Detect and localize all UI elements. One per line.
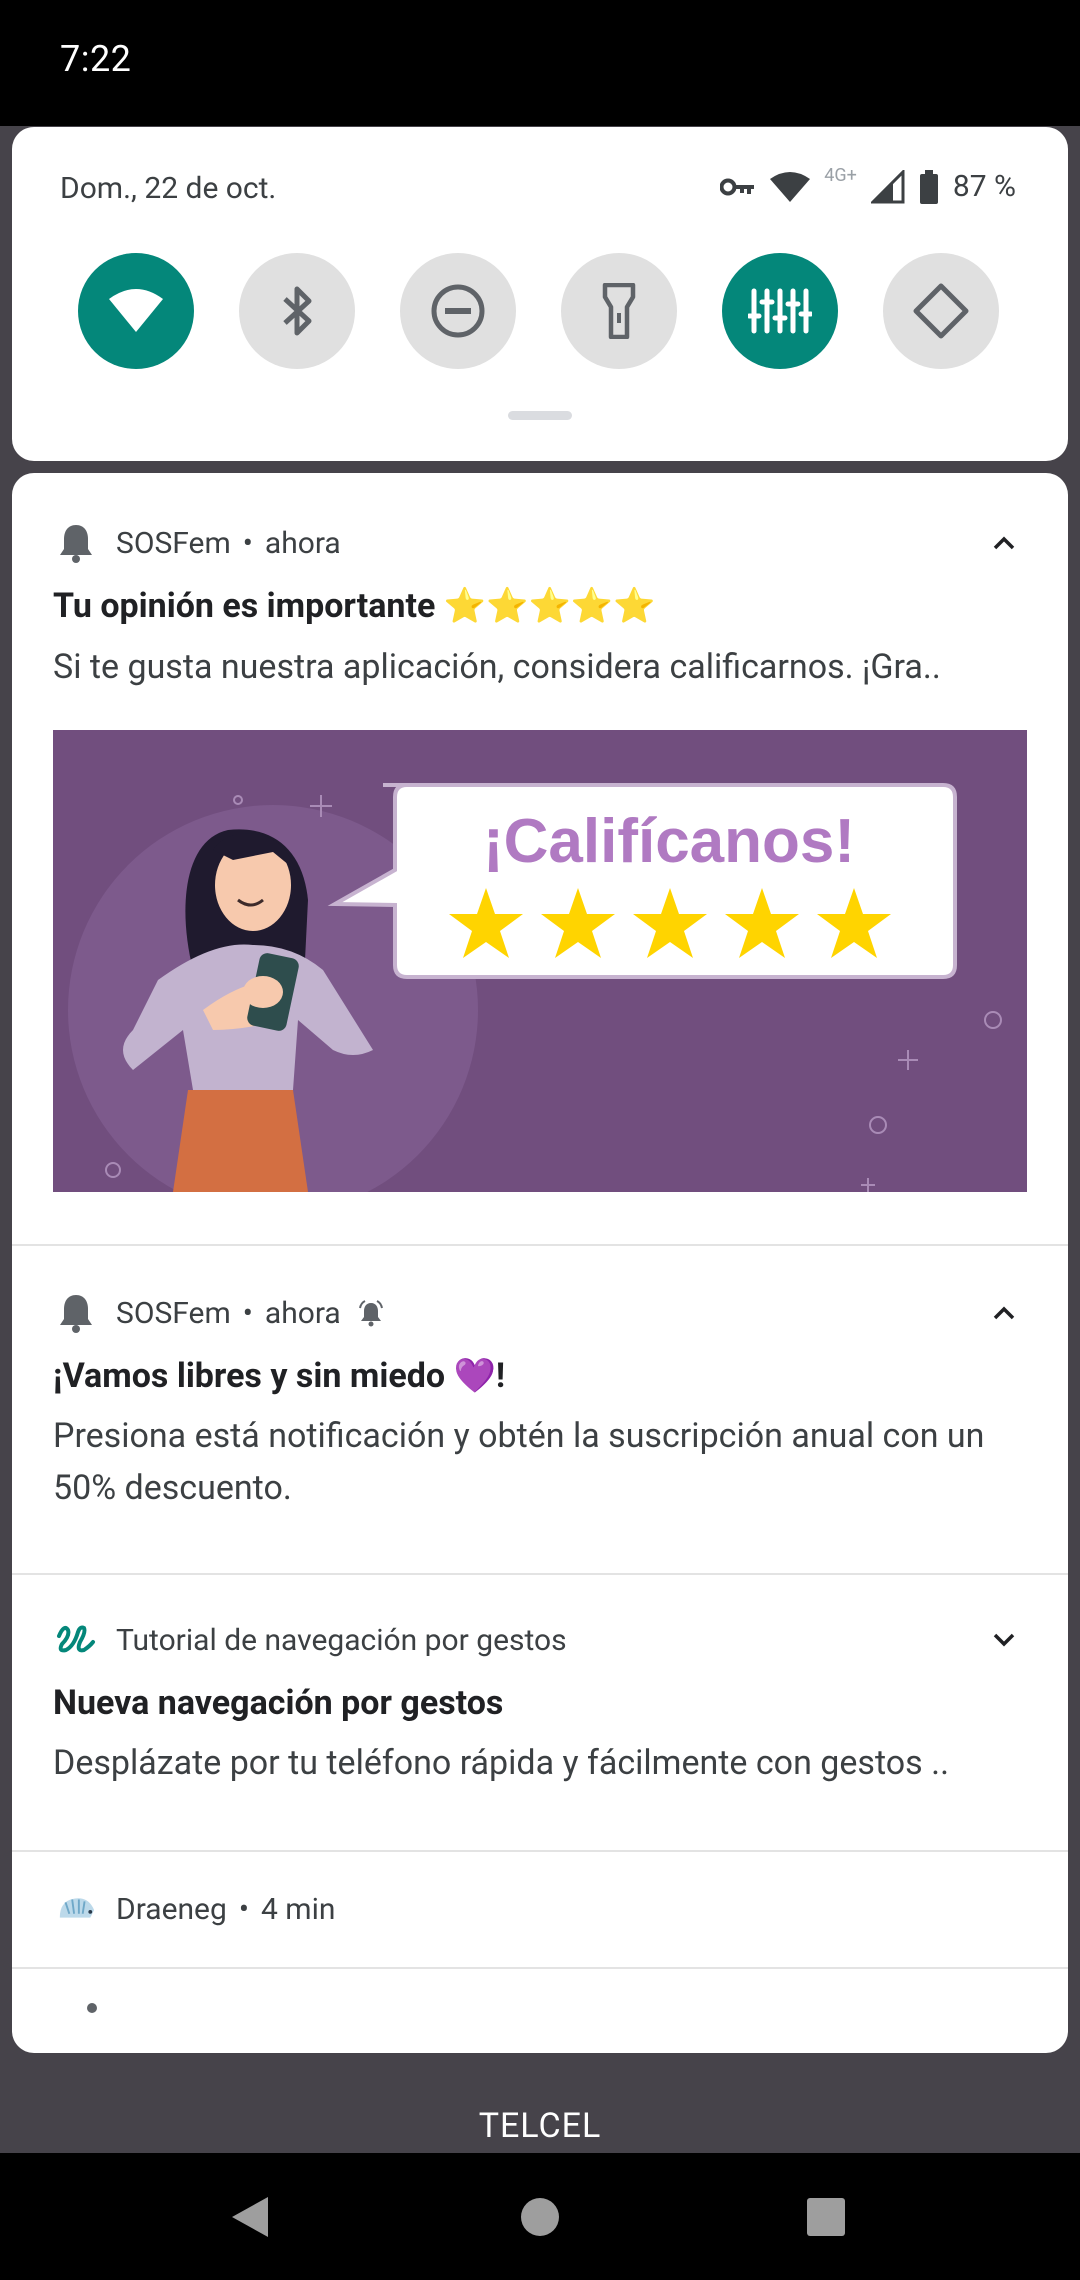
notification-sosfem-subscription[interactable]: SOSFem • ahora ¡Vamos libres y sin miedo…	[12, 1246, 1068, 1572]
collapse-chevron-icon[interactable]	[984, 1293, 1024, 1333]
gesture-icon	[56, 1620, 96, 1660]
cell-signal-icon	[870, 169, 905, 204]
bluetooth-icon	[283, 286, 312, 336]
notification-title: Tu opinión es importante ⭐⭐⭐⭐⭐	[53, 586, 656, 626]
notification-time: 4 min	[260, 1891, 336, 1927]
expand-chevron-icon[interactable]	[984, 1620, 1024, 1660]
notification-header: SOSFem • ahora	[56, 1293, 385, 1333]
wifi-signal-icon	[770, 171, 811, 203]
notification-app-name: SOSFem	[116, 525, 231, 561]
notification-time: ahora	[264, 525, 341, 561]
rating-banner-illustration: ¡Califícanos!	[68, 783, 1002, 1192]
flashlight-icon	[602, 283, 636, 339]
home-button[interactable]	[480, 2153, 600, 2280]
bluetooth-tile[interactable]	[239, 253, 355, 369]
notification-gesture-tutorial[interactable]: Tutorial de navegación por gestos Nueva …	[12, 1575, 1068, 1849]
hedgehog-icon	[56, 1889, 96, 1929]
notification-app-name: Draeneg	[116, 1891, 227, 1927]
divider	[12, 1967, 1068, 1969]
collapse-chevron-icon[interactable]	[984, 523, 1024, 563]
auto-rotate-tile[interactable]	[883, 253, 999, 369]
notification-time: ahora	[264, 1295, 341, 1331]
quick-settings-panel: Dom., 22 de oct. 4G+ 87 %	[12, 127, 1068, 461]
qs-drag-handle[interactable]	[508, 411, 572, 420]
flashlight-tile[interactable]	[561, 253, 677, 369]
status-time: 7:22	[60, 38, 132, 80]
notification-app-name: SOSFem	[116, 1295, 231, 1331]
notification-title: ¡Vamos libres y sin miedo 💜!	[53, 1356, 506, 1396]
notification-overflow-dot-icon[interactable]	[87, 2003, 97, 2013]
auto-rotate-icon	[913, 283, 969, 339]
carrier-label: TELCEL	[478, 2106, 602, 2146]
qs-tiles	[78, 253, 999, 369]
battery-level: 87 %	[952, 169, 1016, 204]
notification-text: Si te gusta nuestra aplicación, consider…	[53, 647, 941, 687]
notification-text: Presiona está notificación y obtén la su…	[53, 1416, 985, 1508]
navigation-bar	[0, 2153, 1080, 2280]
wifi-icon	[109, 289, 163, 332]
qs-status-icons: 4G+ 87 %	[720, 165, 1016, 204]
wifi-tile[interactable]	[78, 253, 194, 369]
notification-draeneg[interactable]: Draeneg • 4 min	[12, 1852, 1068, 1966]
bell-icon	[56, 523, 96, 563]
alerted-bell-icon	[357, 1299, 385, 1327]
bell-icon	[56, 1293, 96, 1333]
home-icon	[521, 2197, 559, 2236]
notification-sosfem-rating[interactable]: SOSFem • ahora Tu opinión es importante …	[12, 473, 1068, 1243]
vpn-key-icon	[720, 176, 756, 198]
notification-header: SOSFem • ahora	[56, 523, 341, 563]
back-icon	[232, 2196, 268, 2237]
equalizer-icon	[748, 288, 812, 334]
notification-shade: SOSFem • ahora Tu opinión es importante …	[12, 473, 1068, 2053]
rating-banner-image: ¡Califícanos!	[53, 730, 1027, 1192]
notification-app-name: Tutorial de navegación por gestos	[116, 1622, 567, 1658]
do-not-disturb-tile[interactable]	[400, 253, 516, 369]
notification-header: Draeneg • 4 min	[56, 1889, 335, 1929]
banner-headline: ¡Califícanos!	[483, 807, 855, 876]
battery-icon	[919, 169, 939, 204]
sound-settings-tile[interactable]	[722, 253, 838, 369]
status-bar: 7:22	[0, 0, 1080, 126]
notification-header: Tutorial de navegación por gestos	[56, 1620, 567, 1660]
back-button[interactable]	[190, 2153, 310, 2280]
network-type-label: 4G+	[824, 165, 857, 186]
notification-title: Nueva navegación por gestos	[53, 1683, 504, 1723]
recents-icon	[807, 2197, 845, 2236]
do-not-disturb-icon	[431, 284, 485, 338]
recents-button[interactable]	[766, 2153, 886, 2280]
notification-text: Desplázate por tu teléfono rápida y fáci…	[53, 1743, 950, 1783]
qs-date[interactable]: Dom., 22 de oct.	[60, 171, 276, 206]
